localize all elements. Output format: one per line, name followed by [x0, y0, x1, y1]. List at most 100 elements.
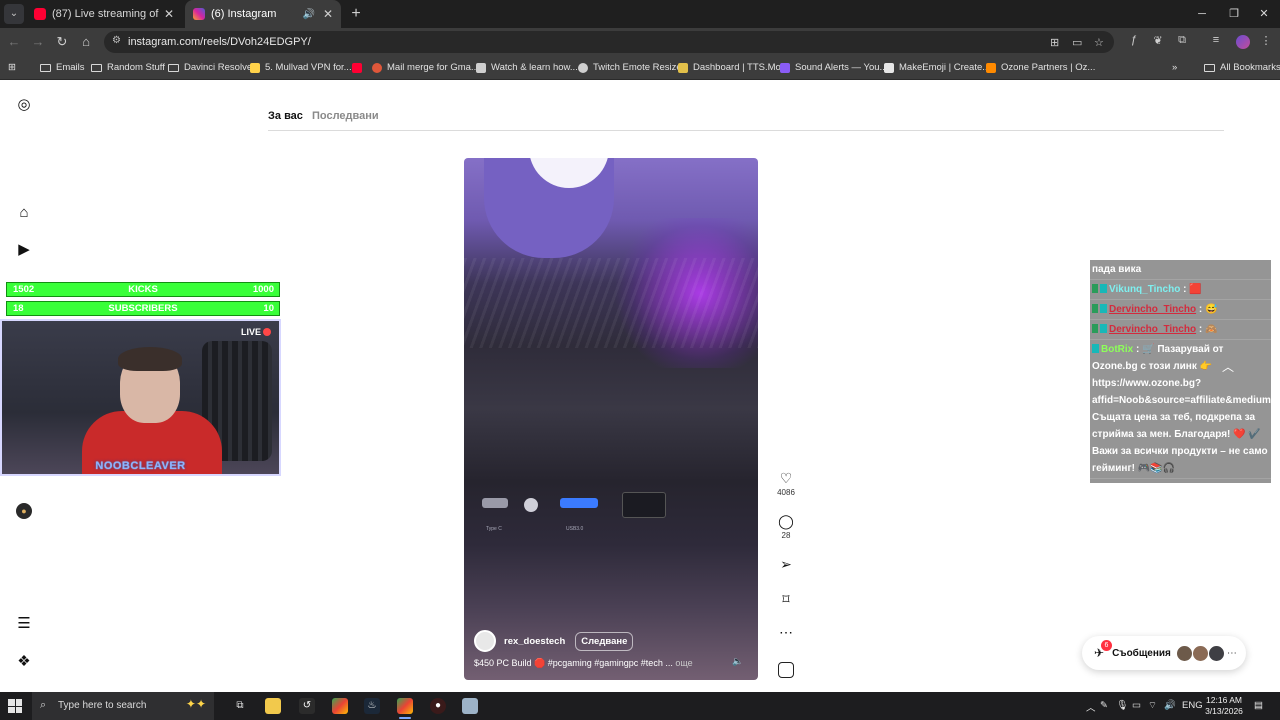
chat-text: : [1198, 324, 1203, 335]
tab-youtube[interactable]: (87) Live streaming of Harypan ✕ [26, 0, 182, 28]
like-button[interactable]: ♡ 4086 [774, 470, 798, 497]
creator-username[interactable]: rex_doestech [504, 636, 565, 647]
obs-icon[interactable]: ● [430, 698, 446, 714]
reading-list-icon[interactable]: ≡ [1208, 34, 1224, 46]
audio-jack [524, 498, 538, 512]
also-from-meta-icon[interactable]: ❖ [16, 654, 32, 670]
bookmark-watch-learn[interactable]: Watch & learn how... [476, 56, 578, 80]
share-button[interactable]: ➢ [774, 556, 798, 572]
forward-icon[interactable]: → [28, 32, 48, 52]
more-bookmarks-button[interactable]: » [1172, 56, 1177, 80]
address-bar[interactable]: ⚙ instagram.com/reels/DVoh24EDGPY/ ⊞ ▭ ☆ [104, 31, 1114, 53]
bookmark-youtube[interactable] [352, 56, 367, 80]
messages-button[interactable]: ✈ 6 Съобщения ⋯ [1082, 636, 1246, 670]
menu-kebab-icon[interactable]: ⋮ [1258, 34, 1274, 47]
heart-icon: ♡ [779, 470, 793, 486]
profile-avatar-icon[interactable]: ● [16, 503, 32, 519]
bookmark-star-icon[interactable]: ☆ [1094, 36, 1104, 49]
clock[interactable]: 12:16 AM 3/13/2026 [1202, 695, 1246, 717]
bookmark-twitch-emote[interactable]: Twitch Emote Resizer [578, 56, 685, 80]
url-text[interactable]: instagram.com/reels/DVoh24EDGPY/ [128, 31, 311, 53]
tab-following[interactable]: Последвани [312, 110, 379, 122]
restore-icon[interactable]: ❐ [1218, 0, 1250, 28]
bookmark-label: All Bookmarks [1220, 62, 1280, 73]
reel-caption[interactable]: $450 PC Build 🛑 #pcgaming #gamingpc #tec… [474, 658, 693, 669]
translate-icon[interactable]: ⊞ [1050, 36, 1059, 49]
reels-icon[interactable]: ▶ [16, 242, 32, 258]
message-avatar [1192, 645, 1208, 661]
home-icon[interactable]: ⌂ [76, 32, 96, 52]
front-io-ports: Type C USB3.0 [482, 492, 702, 558]
port-label: USB3.0 [566, 526, 584, 532]
tab-for-you[interactable]: За вас [268, 110, 303, 122]
steam-icon[interactable]: ♨ [364, 698, 380, 714]
globe-icon [578, 63, 588, 73]
language-indicator[interactable]: ENG [1182, 700, 1203, 711]
creator-avatar[interactable] [474, 630, 496, 652]
new-tab-button[interactable]: + [346, 4, 366, 24]
mute-toggle-icon[interactable]: 🔈 [732, 656, 743, 667]
extension-fx-icon[interactable]: ƒ [1126, 34, 1142, 46]
network-icon[interactable]: ▭ [1132, 700, 1141, 711]
extension-leaf-icon[interactable]: ❦ [1150, 34, 1166, 47]
app-window-icon[interactable] [462, 698, 478, 714]
close-tab-icon[interactable]: ✕ [162, 7, 176, 21]
sub-badge-icon [1100, 284, 1107, 293]
search-icon: ⌕ [40, 699, 47, 711]
wifi-icon[interactable]: ⌔ [1148, 700, 1157, 711]
all-bookmarks-button[interactable]: All Bookmarks [1204, 56, 1280, 80]
extensions-puzzle-icon[interactable]: ⧉ [1174, 34, 1190, 47]
speaker-icon[interactable]: 🔊 [303, 9, 315, 20]
tray-chevron-icon[interactable]: ︿ [1086, 700, 1096, 714]
tab-instagram[interactable]: (6) Instagram 🔊 ✕ [185, 0, 341, 28]
youtube-icon [352, 63, 362, 73]
tab-title: (87) Live streaming of Harypan [52, 8, 162, 20]
reload-icon[interactable]: ↻ [52, 32, 72, 52]
bookmark-ozone[interactable]: Ozone Partners | Oz... [986, 56, 1095, 80]
site-info-icon[interactable]: ⚙ [112, 35, 121, 46]
volume-icon[interactable]: 🔊 [1164, 700, 1176, 711]
windows-start-icon[interactable] [8, 699, 22, 713]
tab-search-button[interactable]: ⌄ [4, 4, 24, 24]
instagram-logo-icon[interactable]: ◎ [16, 97, 32, 113]
file-explorer-icon[interactable] [265, 698, 281, 714]
microphone-icon[interactable]: 🎙 [1116, 700, 1128, 711]
reel-video[interactable]: Type C USB3.0 rex_doestech Следване $450… [464, 158, 758, 680]
caption-more-link[interactable]: още [675, 658, 692, 668]
close-window-icon[interactable]: ✕ [1248, 0, 1280, 28]
folder-icon [1204, 64, 1215, 72]
task-view-icon[interactable]: ⧉ [232, 698, 248, 714]
active-app-indicator [399, 717, 411, 719]
app-c-icon[interactable]: ↺ [299, 698, 315, 714]
close-tab-icon[interactable]: ✕ [321, 7, 335, 21]
minimize-icon[interactable]: ─ [1186, 0, 1218, 28]
more-options-button[interactable]: ⋯ [774, 624, 798, 640]
save-button[interactable]: ⌑ [774, 591, 798, 607]
original-audio-icon[interactable] [778, 662, 794, 678]
bookmark-mullvad[interactable]: 5. Mullvad VPN for... [250, 56, 352, 80]
notifications-icon[interactable]: ▤ [1254, 700, 1263, 711]
kicks-goal-bar: 1502 KICKS 1000 [6, 282, 280, 297]
bookmark-tts-dashboard[interactable]: Dashboard | TTS.Mo... [678, 56, 789, 80]
more-dots-icon: ⋯ [779, 624, 793, 640]
bookmark-makeemoji[interactable]: MakeEmoji | Create... [884, 56, 990, 80]
home-icon[interactable]: ⌂ [16, 205, 32, 221]
pen-icon[interactable]: ✎ [1100, 700, 1108, 711]
messages-label: Съобщения [1112, 647, 1171, 659]
bookmark-mail-merge[interactable]: Mail merge for Gma... [372, 56, 479, 80]
taskbar-search[interactable]: ⌕ Type here to search ✦✦ [32, 692, 214, 720]
profile-avatar[interactable] [1236, 35, 1250, 49]
chrome-profile-icon[interactable] [332, 698, 348, 714]
bookmark-random-stuff[interactable]: Random Stuff [91, 56, 165, 80]
back-icon[interactable]: ← [4, 32, 24, 52]
bookmark-emails[interactable]: Emails [40, 56, 85, 80]
apps-grid-icon[interactable]: ⊞ [8, 56, 16, 80]
chrome-icon[interactable] [397, 698, 413, 714]
bookmark-davinci[interactable]: Davinci Resolve [168, 56, 252, 80]
comment-button[interactable]: ◯ 28 [774, 513, 798, 540]
windows-taskbar: ⌕ Type here to search ✦✦ ⧉ ↺ ♨ ● ︿ ✎ 🎙 ▭… [0, 692, 1280, 720]
more-menu-icon[interactable]: ☰ [16, 616, 32, 632]
cast-icon[interactable]: ▭ [1072, 36, 1082, 49]
follow-button[interactable]: Следване [575, 631, 634, 651]
bookmark-sound-alerts[interactable]: Sound Alerts — You... [780, 56, 887, 80]
